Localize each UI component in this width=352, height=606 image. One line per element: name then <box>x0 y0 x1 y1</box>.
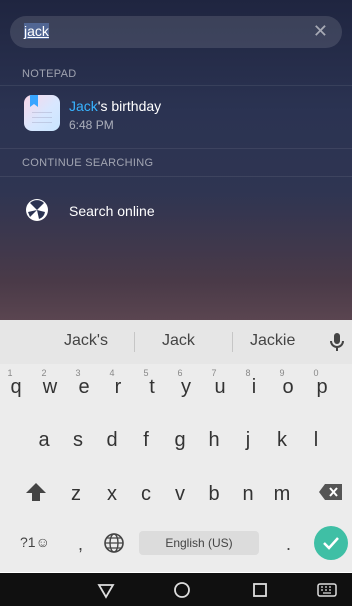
suggestion-jacks[interactable]: Jack's <box>64 332 108 350</box>
key-r[interactable]: r <box>105 376 131 399</box>
symbols-key[interactable]: ?1☺ <box>20 534 50 550</box>
divider <box>0 85 352 86</box>
divider <box>0 148 352 149</box>
key-s[interactable]: s <box>65 429 91 452</box>
result-time: 6:48 PM <box>69 118 114 132</box>
divider <box>0 176 352 177</box>
section-title-notepad: NOTEPAD <box>22 68 77 80</box>
result-title-highlight: Jack <box>69 98 98 114</box>
key-b[interactable]: b <box>201 483 227 506</box>
backspace-icon[interactable] <box>318 482 344 502</box>
suggestion-divider <box>232 332 233 352</box>
key-v[interactable]: v <box>167 483 193 506</box>
search-bar[interactable]: jack ✕ <box>10 16 342 48</box>
key-e[interactable]: e <box>71 376 97 399</box>
search-online-label: Search online <box>69 203 155 219</box>
key-a[interactable]: a <box>31 429 57 452</box>
key-g[interactable]: g <box>167 429 193 452</box>
key-n[interactable]: n <box>235 483 261 506</box>
period-key[interactable]: . <box>286 534 291 555</box>
result-title-rest: 's birthday <box>97 98 162 114</box>
key-h[interactable]: h <box>201 429 227 452</box>
notepad-app-icon <box>24 95 60 131</box>
enter-key[interactable] <box>314 526 348 560</box>
section-title-continue-searching: CONTINUE SEARCHING <box>22 157 154 169</box>
key-m[interactable]: m <box>269 483 295 506</box>
check-icon <box>323 537 339 550</box>
key-w[interactable]: w <box>37 376 63 399</box>
key-o[interactable]: o <box>275 376 301 399</box>
back-triangle-icon[interactable] <box>94 578 118 602</box>
search-online-icon <box>26 199 48 221</box>
home-circle-icon[interactable] <box>170 578 194 602</box>
search-input[interactable]: jack <box>24 23 49 39</box>
shift-icon[interactable] <box>24 480 48 504</box>
search-query-text: jack <box>24 23 49 39</box>
key-p[interactable]: p <box>309 376 335 399</box>
key-j[interactable]: j <box>235 429 261 452</box>
keyboard-icon[interactable] <box>315 578 339 602</box>
suggestion-jackie[interactable]: Jackie <box>250 332 295 350</box>
key-d[interactable]: d <box>99 429 125 452</box>
key-i[interactable]: i <box>241 376 267 399</box>
key-f[interactable]: f <box>133 429 159 452</box>
suggestion-jack[interactable]: Jack <box>162 332 195 350</box>
suggestion-divider <box>134 332 135 352</box>
key-l[interactable]: l <box>303 429 329 452</box>
result-title: Jack's birthday <box>69 98 161 114</box>
space-key[interactable]: English (US) <box>139 531 259 555</box>
key-x[interactable]: x <box>99 483 125 506</box>
comma-key[interactable]: , <box>78 534 83 555</box>
recents-square-icon[interactable] <box>248 578 272 602</box>
navigation-bar <box>0 573 352 606</box>
key-z[interactable]: z <box>63 483 89 506</box>
key-u[interactable]: u <box>207 376 233 399</box>
keyboard: 1 2 3 4 5 6 7 8 9 0 q w e r t y u i o p … <box>0 364 352 572</box>
key-k[interactable]: k <box>269 429 295 452</box>
globe-icon[interactable] <box>103 532 125 554</box>
keyboard-suggestion-bar: Jack's Jack Jackie <box>0 320 352 365</box>
key-t[interactable]: t <box>139 376 165 399</box>
key-q[interactable]: q <box>3 376 29 399</box>
mic-icon[interactable] <box>325 330 349 354</box>
close-icon[interactable]: ✕ <box>313 21 328 42</box>
key-c[interactable]: c <box>133 483 159 506</box>
key-y[interactable]: y <box>173 376 199 399</box>
